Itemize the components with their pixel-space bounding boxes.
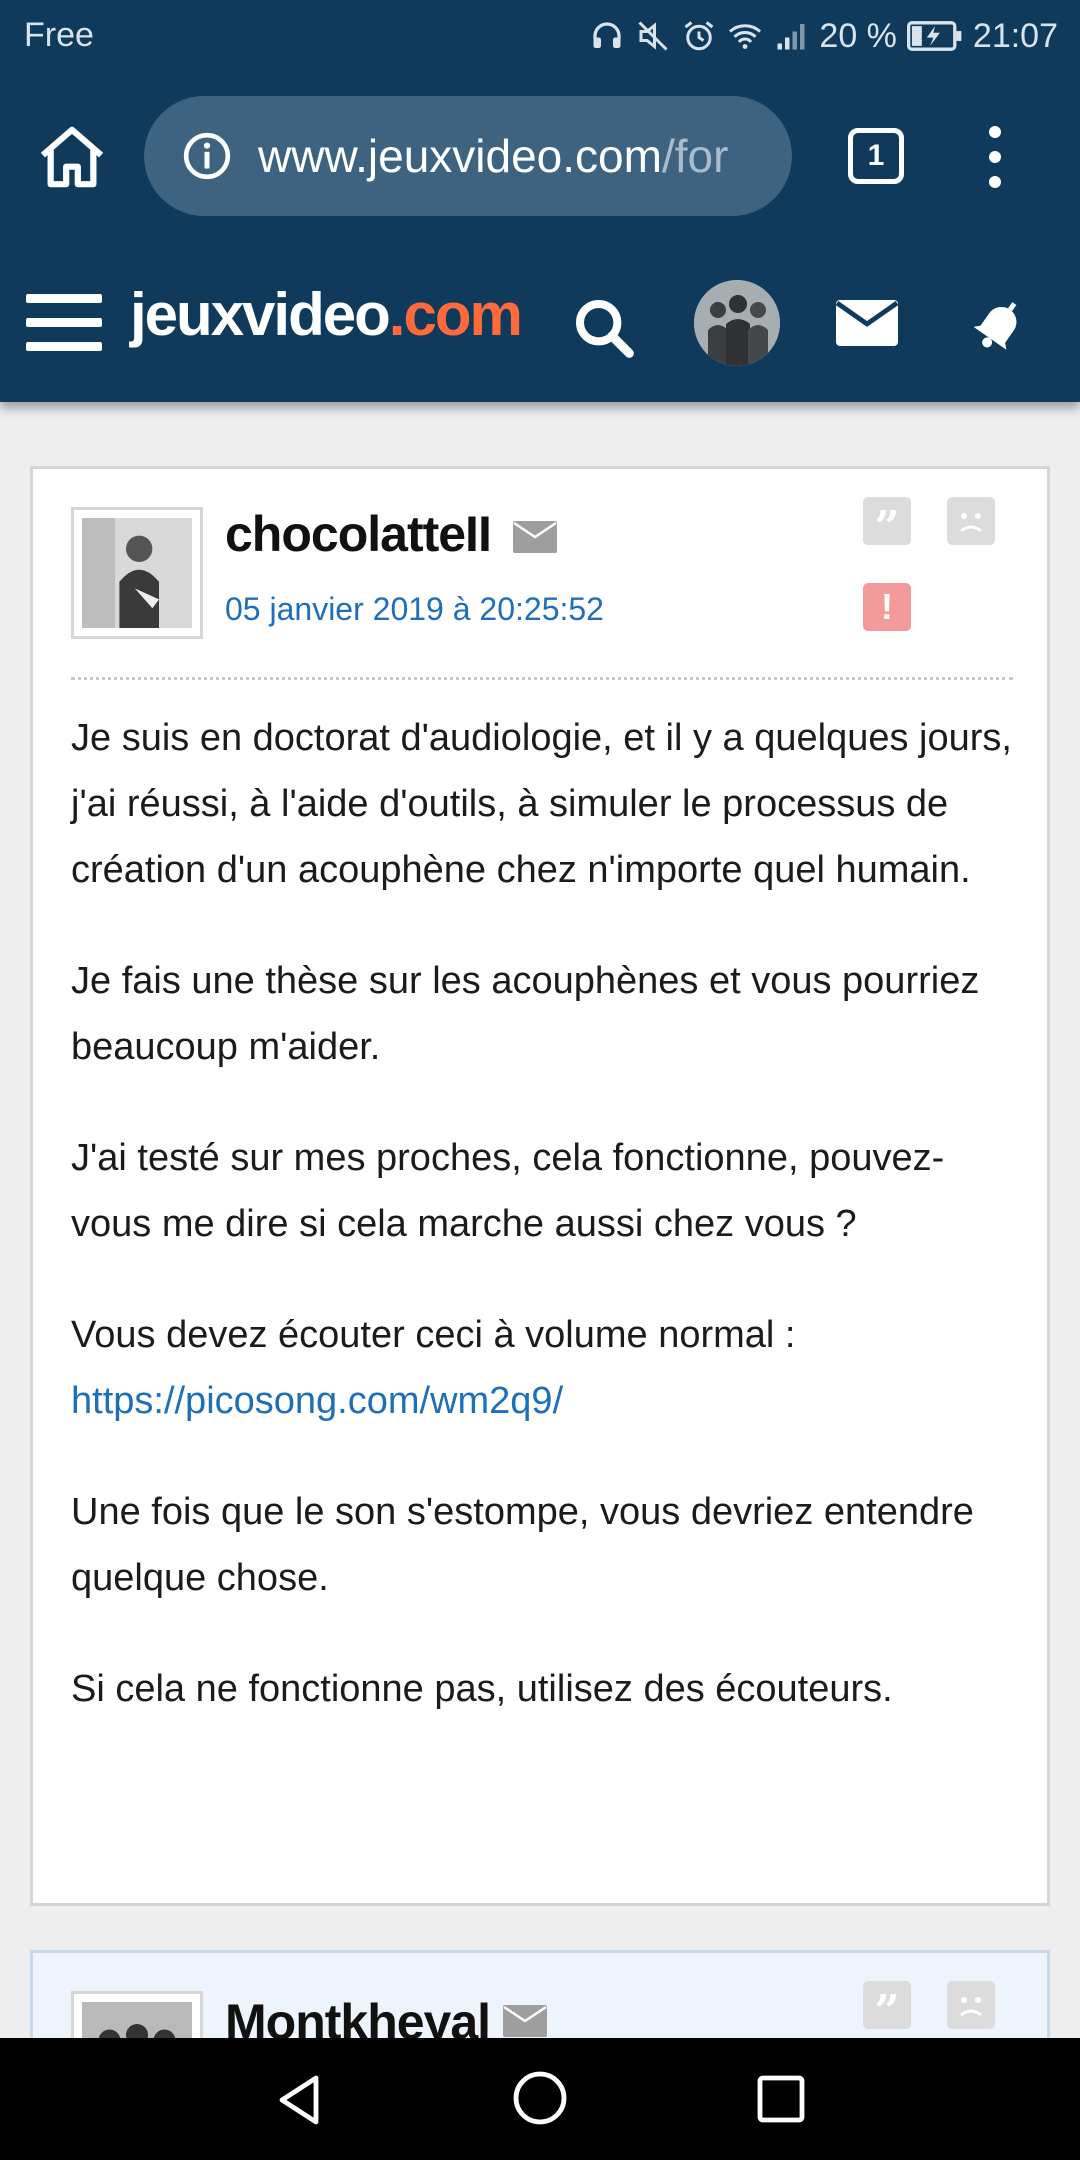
logo-accent: .com bbox=[388, 281, 523, 348]
status-bar: Free 20 % 21:07 bbox=[0, 0, 1080, 72]
post-paragraph: J'ai testé sur mes proches, cela fonctio… bbox=[71, 1137, 945, 1245]
post-date[interactable]: 05 janvier 2019 à 20:25:52 bbox=[225, 591, 604, 628]
avatar[interactable] bbox=[694, 280, 780, 366]
browser-toolbar: www.jeuxvideo.com/for 1 bbox=[0, 72, 1080, 242]
post-body: Je suis en doctorat d'audiologie, et il … bbox=[71, 705, 1021, 1767]
url-text[interactable]: www.jeuxvideo.com/for bbox=[258, 126, 778, 186]
sad-face-icon[interactable] bbox=[947, 1981, 995, 2029]
search-icon[interactable] bbox=[572, 296, 636, 360]
post-paragraph: Je fais une thèse sur les acouphènes et … bbox=[71, 960, 980, 1068]
author-avatar[interactable] bbox=[71, 507, 203, 639]
alarm-icon bbox=[681, 18, 717, 54]
logo-text: jeuxvideo bbox=[130, 281, 391, 348]
system-nav-bar bbox=[0, 2038, 1080, 2160]
post-paragraph: Une fois que le son s'estompe, vous devr… bbox=[71, 1491, 974, 1599]
url-path: /for bbox=[661, 130, 729, 182]
battery-percent: 20 % bbox=[819, 16, 897, 55]
post-paragraph: Je suis en doctorat d'audiologie, et il … bbox=[71, 717, 1012, 891]
signal-icon bbox=[773, 18, 809, 54]
report-button[interactable]: ! bbox=[863, 583, 911, 631]
back-icon[interactable] bbox=[272, 2072, 328, 2128]
author-name[interactable]: Montkheyal bbox=[225, 1993, 491, 2038]
mute-icon bbox=[635, 18, 671, 54]
site-header: jeuxvideo.com bbox=[0, 242, 1080, 402]
post-paragraph: Si cela ne fonctionne pas, utilisez des … bbox=[71, 1668, 893, 1710]
private-message-icon[interactable] bbox=[503, 2005, 547, 2037]
wifi-icon bbox=[727, 18, 763, 54]
post-paragraph-text: Vous devez écouter ceci à volume normal … bbox=[71, 1314, 796, 1356]
status-icons: 20 % 21:07 bbox=[589, 12, 1058, 60]
post-paragraph-with-link: Vous devez écouter ceci à volume normal … bbox=[71, 1302, 1021, 1434]
site-logo[interactable]: jeuxvideo.com bbox=[130, 280, 523, 349]
quote-button[interactable]: ” bbox=[863, 497, 911, 553]
address-bar[interactable]: www.jeuxvideo.com/for bbox=[144, 96, 792, 216]
recent-apps-icon[interactable] bbox=[756, 2074, 806, 2124]
bell-icon[interactable] bbox=[970, 294, 1030, 354]
carrier-label: Free bbox=[24, 16, 94, 54]
private-message-icon[interactable] bbox=[513, 521, 557, 553]
home-circle-icon[interactable] bbox=[512, 2070, 568, 2126]
forum-content: chocolatteII 05 janvier 2019 à 20:25:52 … bbox=[0, 402, 1080, 2038]
forum-post: chocolatteII 05 janvier 2019 à 20:25:52 … bbox=[30, 466, 1050, 1906]
hamburger-menu-icon[interactable] bbox=[26, 294, 102, 352]
author-avatar[interactable] bbox=[71, 1991, 203, 2038]
clock: 21:07 bbox=[972, 16, 1058, 55]
quote-button[interactable]: ” bbox=[863, 1981, 911, 2037]
forum-post: Montkheyal ” bbox=[30, 1950, 1050, 2038]
home-icon[interactable] bbox=[36, 124, 108, 190]
author-name[interactable]: chocolatteII bbox=[225, 505, 492, 563]
overflow-menu-icon[interactable] bbox=[980, 126, 1010, 188]
info-icon[interactable] bbox=[182, 131, 232, 181]
headphones-icon bbox=[589, 18, 625, 54]
post-link[interactable]: https://picosong.com/wm2q9/ bbox=[71, 1380, 563, 1422]
url-domain: www.jeuxvideo.com bbox=[258, 130, 662, 182]
tab-switcher-button[interactable]: 1 bbox=[848, 128, 904, 184]
mail-icon[interactable] bbox=[834, 298, 900, 348]
sad-face-icon[interactable] bbox=[947, 497, 995, 545]
battery-charging-icon bbox=[906, 18, 963, 54]
post-divider bbox=[71, 677, 1013, 680]
